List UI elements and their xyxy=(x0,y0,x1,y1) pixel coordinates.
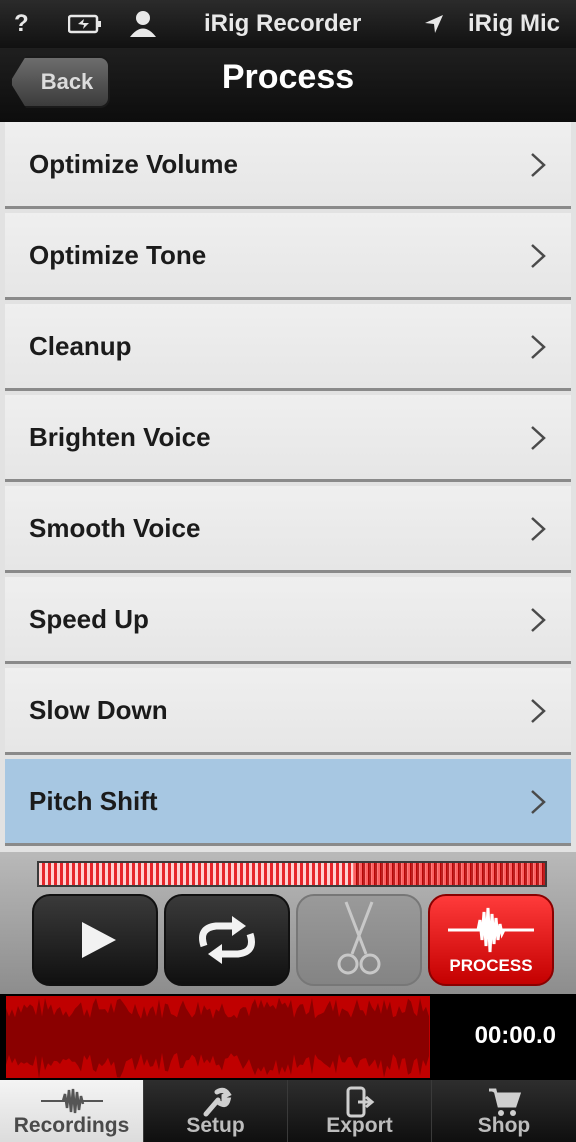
tab-setup[interactable]: Setup xyxy=(144,1080,288,1142)
menu-item-label: Slow Down xyxy=(29,694,168,725)
waveform-display: 00:00.0 xyxy=(0,994,576,1080)
chevron-right-icon xyxy=(531,426,546,450)
chevron-right-icon xyxy=(531,244,546,268)
play-button[interactable] xyxy=(32,894,158,986)
user-icon[interactable] xyxy=(128,10,158,38)
time-display: 00:00.0 xyxy=(474,1022,556,1049)
menu-item-label: Speed Up xyxy=(29,603,149,634)
process-button[interactable]: PROCESS xyxy=(428,894,554,986)
menu-item-label: Smooth Voice xyxy=(29,512,201,543)
menu-item-label: Optimize Volume xyxy=(29,148,238,179)
menu-item-slow-down[interactable]: Slow Down xyxy=(5,668,571,755)
menu-item-optimize-tone[interactable]: Optimize Tone xyxy=(5,213,571,300)
waveform-shape xyxy=(6,997,429,1078)
process-menu: Optimize Volume Optimize Tone Cleanup Br… xyxy=(0,122,576,852)
chevron-right-icon xyxy=(531,153,546,177)
menu-item-pitch-shift[interactable]: Pitch Shift xyxy=(5,759,571,846)
menu-item-speed-up[interactable]: Speed Up xyxy=(5,577,571,664)
tab-label: Recordings xyxy=(13,1114,130,1137)
menu-item-optimize-volume[interactable]: Optimize Volume xyxy=(5,122,571,209)
menu-item-cleanup[interactable]: Cleanup xyxy=(5,304,571,391)
input-device-label: iRig Mic xyxy=(468,10,561,37)
menu-item-label: Brighten Voice xyxy=(29,421,211,452)
app-name: iRig Recorder xyxy=(204,10,362,37)
chevron-right-icon xyxy=(531,699,546,723)
chevron-right-icon xyxy=(531,335,546,359)
loop-icon xyxy=(199,916,255,964)
scissors-icon xyxy=(337,901,381,975)
edit-button[interactable] xyxy=(296,894,422,986)
menu-item-smooth-voice[interactable]: Smooth Voice xyxy=(5,486,571,573)
play-icon xyxy=(82,922,116,958)
chevron-right-icon xyxy=(531,608,546,632)
tab-export[interactable]: Export xyxy=(288,1080,432,1142)
tab-label: Setup xyxy=(186,1114,245,1137)
waveform-icon xyxy=(40,1088,103,1114)
waveform-icon xyxy=(448,907,534,953)
navigation-bar: Back Process xyxy=(0,48,576,126)
process-label: PROCESS xyxy=(449,956,533,975)
chevron-right-icon xyxy=(531,517,546,541)
battery-icon xyxy=(68,14,102,34)
menu-item-label: Optimize Tone xyxy=(29,239,207,270)
tab-label: Shop xyxy=(477,1114,531,1137)
menu-item-label: Pitch Shift xyxy=(29,785,158,816)
help-icon[interactable]: ? xyxy=(14,10,29,38)
chevron-right-icon xyxy=(531,790,546,814)
tab-bar: Recordings Setup Export Shop xyxy=(0,1080,576,1142)
tab-shop[interactable]: Shop xyxy=(432,1080,576,1142)
menu-item-label: Cleanup xyxy=(29,330,132,361)
location-arrow-icon xyxy=(424,14,444,34)
tab-label: Export xyxy=(326,1114,393,1137)
status-bar: ? iRig Recorder iRig Mic xyxy=(0,0,576,48)
transport-panel: PROCESS xyxy=(0,852,576,994)
page-title: Process xyxy=(221,58,355,96)
waveform-graphic xyxy=(6,997,429,1078)
waveform-track[interactable] xyxy=(6,996,430,1078)
tab-recordings[interactable]: Recordings xyxy=(0,1080,144,1142)
menu-item-brighten-voice[interactable]: Brighten Voice xyxy=(5,395,571,482)
level-meter xyxy=(37,861,547,887)
loop-button[interactable] xyxy=(164,894,290,986)
